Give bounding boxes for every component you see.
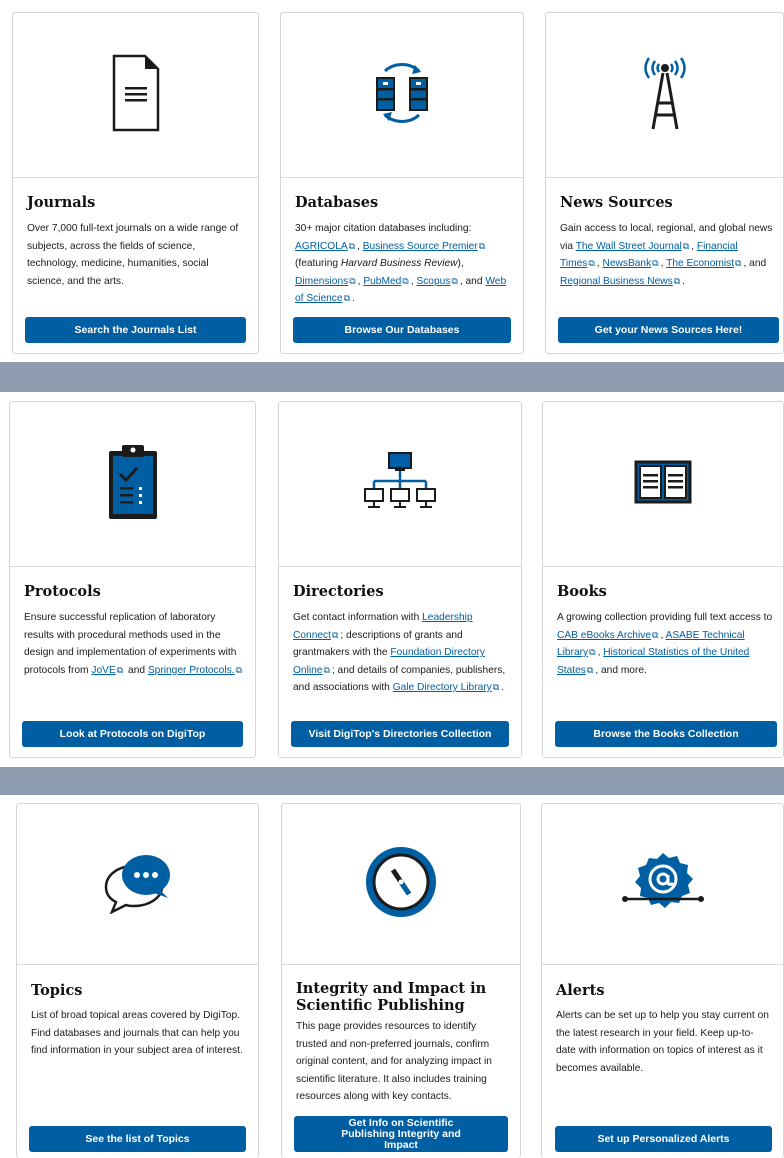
- card-icon-area: [10, 402, 255, 567]
- card-directories: Directories Get contact information with…: [278, 401, 522, 758]
- link-cab-ebooks-archive[interactable]: CAB eBooks Archive: [557, 630, 651, 641]
- external-link-icon: ⧉: [589, 647, 596, 657]
- databases-sync-icon: [371, 53, 433, 138]
- link-regional-business-news[interactable]: Regional Business News: [560, 276, 673, 287]
- external-link-icon: ⧉: [343, 293, 351, 303]
- desc-text: and: [749, 258, 767, 269]
- external-link-icon: ⧉: [652, 258, 659, 268]
- desc-text: 30+ major citation databases including:: [295, 223, 472, 234]
- visit-directories-button[interactable]: Visit DigiTop's Directories Collection: [291, 721, 509, 747]
- card-icon-area: [281, 13, 523, 178]
- link-springer-protocols[interactable]: Springer Protocols.: [148, 665, 235, 676]
- browse-databases-button[interactable]: Browse Our Databases: [293, 317, 511, 343]
- card-title: Books: [557, 583, 607, 600]
- card-icon-area: [542, 804, 783, 965]
- card-icon-area: [279, 402, 521, 567]
- link-gale-directory-library[interactable]: Gale Directory Library: [393, 682, 492, 693]
- link-business-source-premier[interactable]: Business Source Premier: [363, 241, 478, 252]
- link-newsbank[interactable]: NewsBank: [602, 258, 651, 269]
- network-hierarchy-icon: [362, 451, 438, 518]
- document-icon: [111, 53, 161, 138]
- desc-text-italic: Harvard Business Review: [340, 258, 458, 269]
- link-pubmed[interactable]: PubMed: [363, 276, 401, 287]
- external-link-icon: ⧉: [451, 275, 458, 286]
- look-at-protocols-button[interactable]: Look at Protocols on DigiTop: [22, 721, 243, 747]
- external-link-icon: ⧉: [323, 664, 330, 675]
- card-integrity-impact: Integrity and Impact in Scientific Publi…: [281, 803, 521, 1158]
- card-title: Directories: [293, 583, 384, 600]
- card-books: Books A growing collection providing ful…: [542, 401, 784, 758]
- card-icon-area: [543, 402, 783, 567]
- desc-text: and: [128, 664, 146, 676]
- browse-books-button[interactable]: Browse the Books Collection: [555, 721, 777, 747]
- open-book-icon: [634, 460, 692, 509]
- link-wall-street-journal[interactable]: The Wall Street Journal: [576, 241, 682, 252]
- card-title: News Sources: [560, 194, 673, 211]
- card-title: Integrity and Impact in Scientific Publi…: [296, 980, 487, 1014]
- at-sign-badge-icon: [621, 851, 705, 918]
- desc-text: and: [465, 275, 483, 287]
- external-link-icon: ⧉: [349, 275, 356, 286]
- card-icon-area: [17, 804, 258, 965]
- card-description: This page provides resources to identify…: [296, 1021, 492, 1102]
- external-link-icon: ⧉: [682, 240, 690, 251]
- card-icon-area: [282, 804, 520, 965]
- card-description: List of broad topical areas covered by D…: [31, 1010, 243, 1056]
- card-title: Protocols: [24, 583, 101, 600]
- external-link-icon: ⧉: [492, 682, 500, 692]
- link-the-economist[interactable]: The Economist: [666, 258, 734, 269]
- compass-icon: [363, 844, 439, 925]
- link-dimensions[interactable]: Dimensions: [295, 276, 348, 287]
- see-topics-button[interactable]: See the list of Topics: [29, 1126, 246, 1152]
- card-description: 30+ major citation databases including: …: [295, 223, 507, 304]
- external-link-icon: ⧉: [735, 258, 742, 268]
- chat-bubbles-icon: [100, 850, 176, 919]
- external-link-icon: ⧉: [331, 629, 339, 640]
- card-icon-area: [546, 13, 783, 178]
- external-link-icon: ⧉: [652, 629, 659, 640]
- desc-text: (featuring: [295, 258, 339, 269]
- card-journals: Journals Over 7,000 full-text journals o…: [12, 12, 259, 354]
- card-databases: Databases 30+ major citation databases i…: [280, 12, 524, 354]
- card-title: Databases: [295, 194, 379, 211]
- card-title: Topics: [31, 982, 83, 999]
- card-description: Gain access to local, regional, and glob…: [560, 223, 773, 287]
- external-link-icon: ⧉: [673, 275, 681, 286]
- card-topics: Topics List of broad topical areas cover…: [16, 803, 259, 1158]
- card-alerts: Alerts Alerts can be set up to help you …: [541, 803, 784, 1158]
- get-news-sources-button[interactable]: Get your News Sources Here!: [558, 317, 779, 343]
- card-protocols: Protocols Ensure successful replication …: [9, 401, 256, 758]
- external-link-icon: ⧉: [235, 664, 242, 675]
- link-scopus[interactable]: Scopus: [416, 276, 450, 287]
- external-link-icon: ⧉: [402, 275, 409, 286]
- external-link-icon: ⧉: [588, 258, 595, 268]
- card-description: Get contact information with Leadership …: [293, 612, 506, 693]
- card-description: Ensure successful replication of laborat…: [24, 609, 245, 679]
- desc-text: Get contact information with: [293, 612, 420, 623]
- search-journals-button[interactable]: Search the Journals List: [25, 317, 246, 343]
- external-link-icon: ⧉: [116, 664, 124, 675]
- clipboard-checklist-icon: [105, 441, 161, 528]
- get-integrity-info-button[interactable]: Get Info on Scientific Publishing Integr…: [294, 1116, 508, 1152]
- card-description: A growing collection providing full text…: [557, 612, 773, 676]
- card-news-sources: News Sources Gain access to local, regio…: [545, 12, 784, 354]
- desc-text: , and more.: [595, 664, 647, 676]
- card-icon-area: [13, 13, 258, 178]
- external-link-icon: ⧉: [348, 240, 356, 251]
- external-link-icon: ⧉: [586, 664, 594, 675]
- link-agricola[interactable]: AGRICOLA: [295, 241, 348, 252]
- desc-text: A growing collection providing full text…: [557, 612, 773, 623]
- card-description: Alerts can be set up to help you stay cu…: [556, 1010, 769, 1074]
- antenna-tower-icon: [633, 53, 697, 138]
- card-title: Journals: [27, 194, 96, 211]
- link-jove[interactable]: JoVE: [91, 665, 115, 676]
- card-title: Alerts: [556, 982, 605, 999]
- set-up-alerts-button[interactable]: Set up Personalized Alerts: [555, 1126, 772, 1152]
- card-description: Over 7,000 full-text journals on a wide …: [27, 223, 239, 287]
- external-link-icon: ⧉: [478, 240, 486, 251]
